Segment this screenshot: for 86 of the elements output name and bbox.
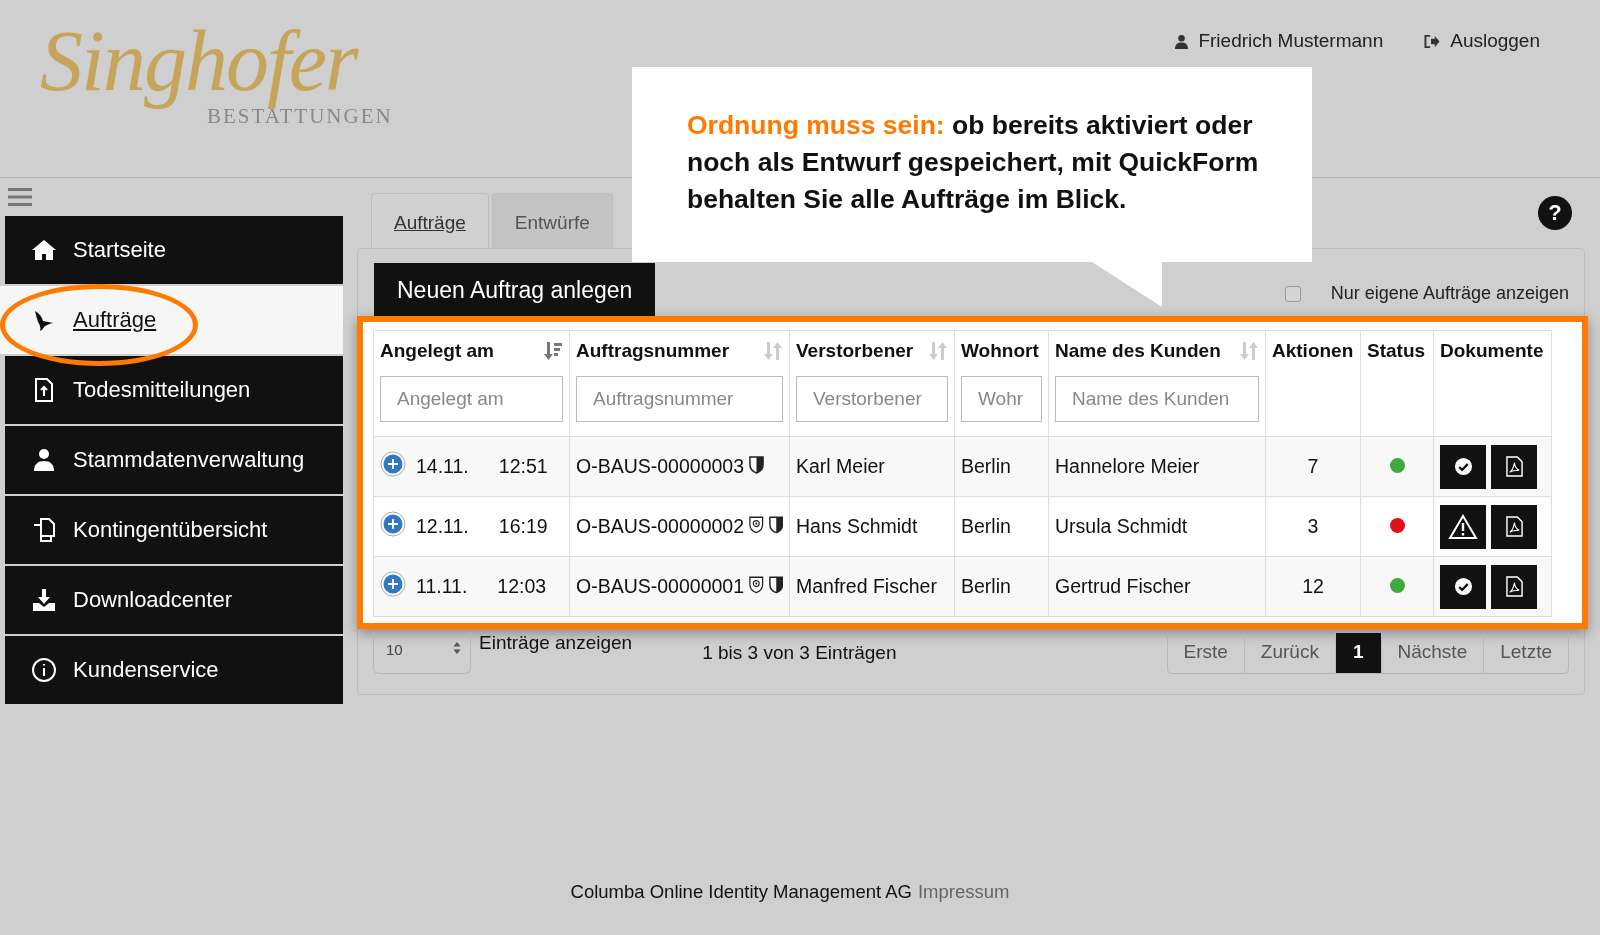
sidebar-item[interactable]: Kundenservice: [5, 636, 343, 704]
sidebar-item[interactable]: Todesmitteilungen: [5, 356, 343, 424]
warning-icon: [1448, 513, 1478, 540]
column-header: Auftragsnummer: [576, 340, 730, 362]
time-text: 16:19: [498, 515, 548, 538]
customer-name: Gertrud Fischer: [1055, 575, 1191, 597]
city-text: Berlin: [961, 575, 1011, 597]
pagination-button[interactable]: Letzte: [1483, 632, 1568, 673]
page-size-label: Einträge anzeigen: [479, 632, 633, 654]
pdf-file-icon: [1505, 576, 1523, 597]
filter-field[interactable]: Verstorbener: [796, 376, 948, 422]
customer-name: Ursula Schmidt: [1055, 515, 1188, 537]
impressum-link[interactable]: Impressum: [917, 881, 1010, 903]
logo: Singhofer BESTATTUNGEN: [40, 18, 393, 129]
page-size-select[interactable]: 10: [373, 632, 471, 674]
sort-descending-icon[interactable]: [543, 341, 563, 361]
checkbox-label: Nur eigene Aufträge anzeigen: [1330, 283, 1569, 304]
spinner-arrows-icon: [453, 641, 461, 655]
order-number: O-BAUS-00000001: [576, 575, 745, 598]
pdf-file-icon: [1505, 456, 1523, 477]
info-icon: [31, 657, 57, 683]
column-header: Angelegt am: [380, 340, 495, 362]
column-header: Status: [1367, 340, 1426, 362]
sidebar-item[interactable]: Downloadcenter: [5, 566, 343, 634]
person-icon: [31, 447, 57, 473]
sidebar-item[interactable]: Stammdatenverwaltung: [5, 426, 343, 494]
pagination-button[interactable]: Zurück: [1243, 632, 1335, 673]
tab[interactable]: Entwürfe: [491, 193, 613, 248]
home-icon: [31, 237, 57, 263]
document-status-button[interactable]: [1440, 564, 1486, 609]
column-header: Name des Kunden: [1055, 340, 1221, 362]
deceased-name: Manfred Fischer: [796, 575, 937, 597]
footer-text: Columba Online Identity Management AG: [570, 881, 912, 903]
actions-count: 3: [1307, 515, 1319, 537]
pagination-button[interactable]: Nächste: [1380, 632, 1484, 673]
expand-icon[interactable]: [380, 510, 406, 537]
pagination-button[interactable]: 1: [1334, 632, 1381, 673]
menu-icon[interactable]: [8, 187, 32, 207]
tab[interactable]: Aufträge: [371, 193, 489, 248]
actions-count: 12: [1302, 575, 1324, 597]
filter-field[interactable]: Name des Kunden: [1055, 376, 1259, 422]
date-text: 12.11.: [416, 515, 469, 538]
logout-icon: [1423, 33, 1442, 49]
customer-name: Hannelore Meier: [1055, 455, 1200, 477]
date-text: 11.11.: [416, 575, 468, 598]
callout-text: Ordnung muss sein: ob bereits aktiviert oder noch als Entwurf gespeichert, mit QuickForm behalten Sie alle Aufträge im Blick.: [687, 109, 1260, 216]
sidebar-item[interactable]: Kontingentübersicht: [5, 496, 343, 564]
download-icon: [31, 587, 57, 613]
sidebar-item[interactable]: Aufträge: [0, 286, 343, 354]
date-text: 14.11.: [416, 455, 469, 478]
sidebar-item[interactable]: Startseite: [5, 216, 343, 284]
filter-field[interactable]: Angelegt am: [380, 376, 563, 422]
city-text: Berlin: [961, 455, 1011, 477]
check-circle-icon: [1453, 457, 1473, 476]
column-header: Verstorbener: [796, 340, 914, 362]
pagination-button[interactable]: Erste: [1167, 632, 1244, 673]
pdf-button[interactable]: [1491, 444, 1537, 489]
column-header: Dokumente: [1440, 340, 1544, 362]
order-number: O-BAUS-00000003: [576, 455, 745, 478]
filter-field[interactable]: Auftragsnummer: [576, 376, 783, 422]
documents-icon: [31, 517, 57, 543]
expand-icon[interactable]: [380, 570, 406, 597]
time-text: 12:51: [498, 455, 548, 478]
order-number: O-BAUS-00000002: [576, 515, 745, 538]
deceased-name: Hans Schmidt: [796, 515, 918, 537]
entries-info: 1 bis 3 von 3 Einträgen: [702, 642, 897, 664]
logout-link[interactable]: Ausloggen: [1450, 30, 1540, 52]
document-status-button[interactable]: [1440, 504, 1486, 549]
new-order-button[interactable]: Neuen Auftrag anlegen: [374, 263, 656, 316]
pdf-button[interactable]: [1491, 564, 1537, 609]
filter-field[interactable]: Wohr: [961, 376, 1042, 422]
help-button[interactable]: ?: [1538, 196, 1572, 230]
document-status-button[interactable]: [1440, 444, 1486, 489]
check-circle-icon: [1453, 577, 1473, 596]
city-text: Berlin: [961, 515, 1011, 537]
user-name[interactable]: Friedrich Mustermann: [1198, 30, 1384, 52]
column-header: Aktionen: [1272, 340, 1354, 362]
checkbox[interactable]: [1284, 285, 1301, 302]
actions-count: 7: [1307, 455, 1319, 477]
column-header: Wohnort: [961, 340, 1039, 362]
pdf-button[interactable]: [1491, 504, 1537, 549]
pdf-file-icon: [1505, 516, 1523, 537]
time-text: 12:03: [497, 575, 547, 598]
deceased-name: Karl Meier: [796, 455, 885, 477]
expand-icon[interactable]: [380, 450, 406, 477]
user-icon: [1174, 33, 1190, 49]
